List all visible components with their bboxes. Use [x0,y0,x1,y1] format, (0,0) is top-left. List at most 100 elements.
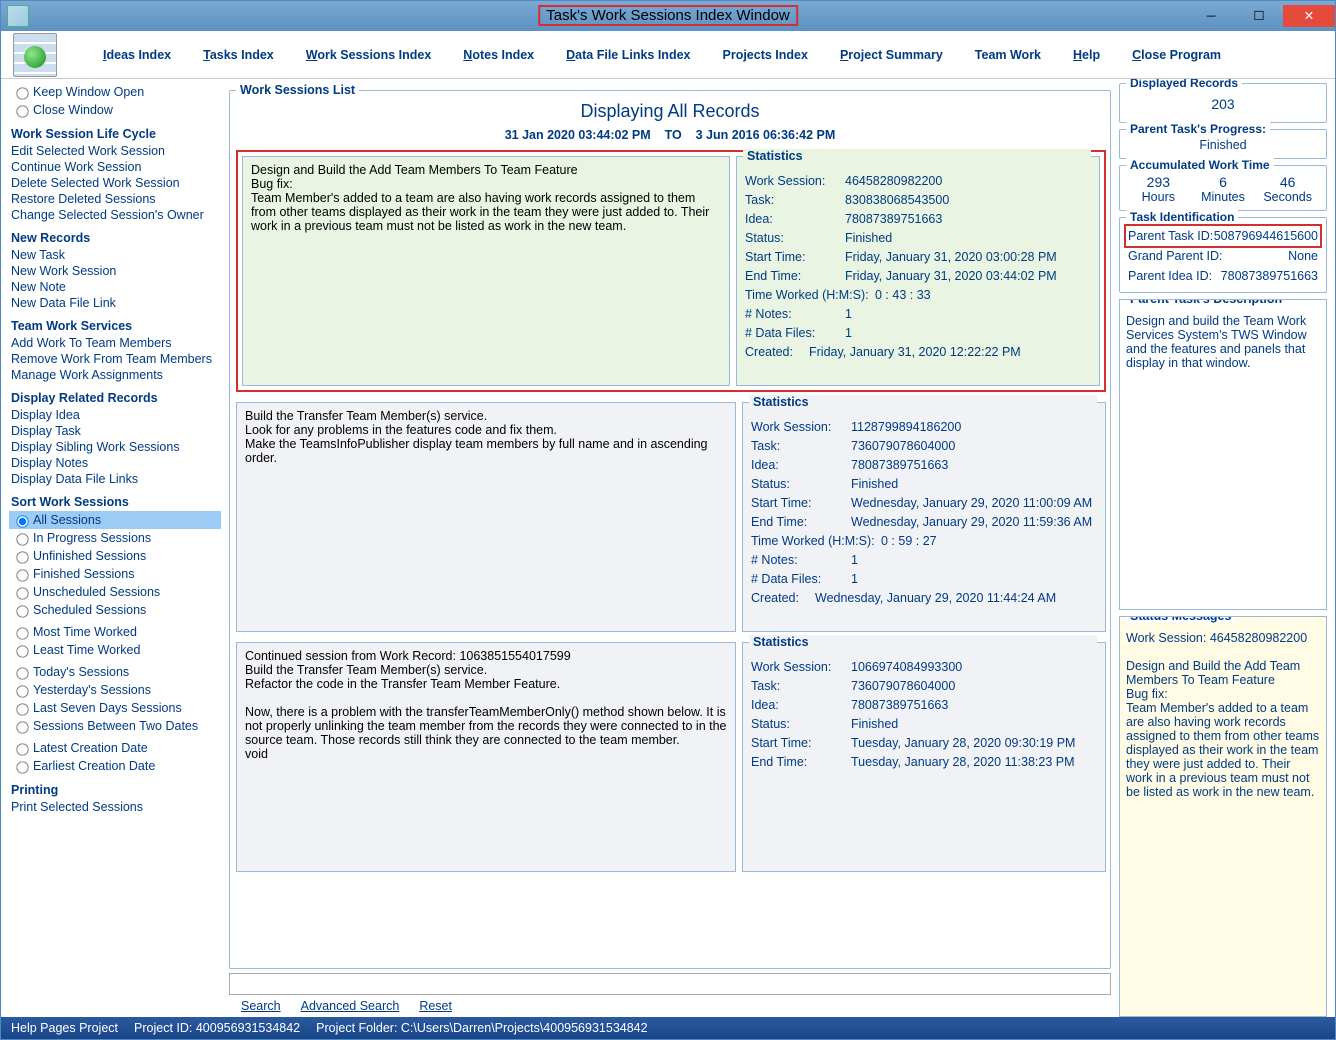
nav-link-edit-selected-work-session[interactable]: Edit Selected Work Session [9,143,221,159]
stat-value: Wednesday, January 29, 2020 11:44:24 AM [815,591,1056,605]
toolbar-link-data-file-links-index[interactable]: Data File Links Index [566,48,690,62]
radio-yesterday-s-sessions[interactable]: Yesterday's Sessions [9,681,221,699]
radio-label: Sessions Between Two Dates [33,719,198,733]
stat-value: 46458280982200 [845,174,942,188]
nav-link-change-selected-session-s-owner[interactable]: Change Selected Session's Owner [9,207,221,223]
statistics-label: Statistics [749,635,1097,649]
stat-value: 0 : 59 : 27 [881,534,937,548]
stat-value: Finished [851,717,898,731]
work-session-record[interactable]: Continued session from Work Record: 1063… [236,642,1106,872]
stat-value: Friday, January 31, 2020 03:00:28 PM [845,250,1057,264]
stat-label: # Data Files: [745,326,845,340]
search-input[interactable] [229,973,1111,995]
radio-last-seven-days-sessions[interactable]: Last Seven Days Sessions [9,699,221,717]
work-sessions-list: Work Sessions List Displaying All Record… [229,83,1111,969]
stat-label: Status: [751,477,851,491]
records-scroll[interactable]: Design and Build the Add Team Members To… [230,148,1110,968]
nav-link-continue-work-session[interactable]: Continue Work Session [9,159,221,175]
stat-value: Wednesday, January 29, 2020 11:59:36 AM [851,515,1092,529]
stat-label: End Time: [751,755,851,769]
toolbar-link-help[interactable]: Help [1073,48,1100,62]
nav-heading: Team Work Services [11,319,221,333]
radio-unscheduled-sessions[interactable]: Unscheduled Sessions [9,583,221,601]
nav-link-display-task[interactable]: Display Task [9,423,221,439]
toolbar-link-ideas-index[interactable]: Ideas Index [103,48,171,62]
parent-idea-id-row: Parent Idea ID: 78087389751663 [1126,266,1320,286]
radio-finished-sessions[interactable]: Finished Sessions [9,565,221,583]
toolbar-link-project-summary[interactable]: Project Summary [840,48,943,62]
statusbar-help[interactable]: Help Pages Project [11,1021,118,1035]
grand-parent-id-row: Grand Parent ID: None [1126,246,1320,266]
record-statistics: StatisticsWork Session:1066974084993300T… [742,642,1106,872]
reset-link[interactable]: Reset [419,999,452,1013]
stat-label: # Notes: [751,553,851,567]
radio-sessions-between-two-dates[interactable]: Sessions Between Two Dates [9,717,221,735]
radio-most-time-worked[interactable]: Most Time Worked [9,623,221,641]
nav-link-new-work-session[interactable]: New Work Session [9,263,221,279]
parent-task-desc-label: Parent Task's Description [1126,299,1286,306]
nav-link-manage-work-assignments[interactable]: Manage Work Assignments [9,367,221,383]
nav-link-display-idea[interactable]: Display Idea [9,407,221,423]
status-text: Design and Build the Add Team Members To… [1126,659,1320,799]
nav-link-print-selected-sessions[interactable]: Print Selected Sessions [9,799,221,815]
toolbar-link-projects-index[interactable]: Projects Index [723,48,808,62]
radio-close-window[interactable]: Close Window [9,101,221,119]
radio-unfinished-sessions[interactable]: Unfinished Sessions [9,547,221,565]
toolbar-link-close-program[interactable]: Close Program [1132,48,1221,62]
radio-keep-window-open[interactable]: Keep Window Open [9,83,221,101]
nav-link-new-task[interactable]: New Task [9,247,221,263]
minimize-button[interactable]: ─ [1187,5,1235,27]
toolbar-link-team-work[interactable]: Team Work [975,48,1041,62]
radio-today-s-sessions[interactable]: Today's Sessions [9,663,221,681]
stat-value: Friday, January 31, 2020 12:22:22 PM [809,345,1021,359]
nav-heading: Display Related Records [11,391,221,405]
nav-link-new-data-file-link[interactable]: New Data File Link [9,295,221,311]
radio-least-time-worked[interactable]: Least Time Worked [9,641,221,659]
nav-link-display-notes[interactable]: Display Notes [9,455,221,471]
parent-task-id-label: Parent Task ID: [1128,229,1213,243]
radio-all-sessions[interactable]: All Sessions [9,511,221,529]
nav-heading: Sort Work Sessions [11,495,221,509]
nav-link-display-data-file-links[interactable]: Display Data File Links [9,471,221,487]
nav-link-add-work-to-team-members[interactable]: Add Work To Team Members [9,335,221,351]
advanced-search-link[interactable]: Advanced Search [301,999,400,1013]
toolbar-link-tasks-index[interactable]: Tasks Index [203,48,274,62]
stat-label: End Time: [745,269,845,283]
nav-link-restore-deleted-sessions[interactable]: Restore Deleted Sessions [9,191,221,207]
stat-value: 1 [845,307,852,321]
parent-task-desc-text: Design and build the Team Work Services … [1126,308,1320,370]
toolbar-link-work-sessions-index[interactable]: Work Sessions Index [306,48,432,62]
nav-link-display-sibling-work-sessions[interactable]: Display Sibling Work Sessions [9,439,221,455]
nav-link-delete-selected-work-session[interactable]: Delete Selected Work Session [9,175,221,191]
search-link[interactable]: Search [241,999,281,1013]
record-statistics: StatisticsWork Session:46458280982200Tas… [736,156,1100,386]
radio-label: Today's Sessions [33,665,129,679]
radio-earliest-creation-date[interactable]: Earliest Creation Date [9,757,221,775]
displayed-records-label: Displayed Records [1126,79,1242,90]
stat-label: Task: [751,679,851,693]
nav-link-remove-work-from-team-members[interactable]: Remove Work From Team Members [9,351,221,367]
close-window-button[interactable]: ✕ [1283,5,1335,27]
stat-label: Created: [751,591,815,605]
parent-progress-label: Parent Task's Progress: [1126,122,1270,136]
statusbar-folder: Project Folder: C:\Users\Darren\Projects… [316,1021,647,1035]
minutes-value: 6 [1191,174,1256,190]
nav-heading: New Records [11,231,221,245]
stat-label: # Data Files: [751,572,851,586]
maximize-button[interactable]: ☐ [1235,5,1283,27]
radio-in-progress-sessions[interactable]: In Progress Sessions [9,529,221,547]
work-session-record[interactable]: Build the Transfer Team Member(s) servic… [236,402,1106,632]
toolbar-link-notes-index[interactable]: Notes Index [463,48,534,62]
radio-scheduled-sessions[interactable]: Scheduled Sessions [9,601,221,619]
parent-idea-id-value: 78087389751663 [1221,269,1318,283]
work-session-record[interactable]: Design and Build the Add Team Members To… [236,150,1106,392]
stat-value: 1128799894186200 [851,420,961,434]
stat-value: 78087389751663 [851,458,948,472]
date-range: 31 Jan 2020 03:44:02 PM TO 3 Jun 2016 06… [230,128,1110,142]
radio-latest-creation-date[interactable]: Latest Creation Date [9,739,221,757]
nav-link-new-note[interactable]: New Note [9,279,221,295]
stat-label: Task: [751,439,851,453]
stat-label: Start Time: [751,496,851,510]
record-description: Continued session from Work Record: 1063… [236,642,736,872]
radio-label: All Sessions [33,513,101,527]
